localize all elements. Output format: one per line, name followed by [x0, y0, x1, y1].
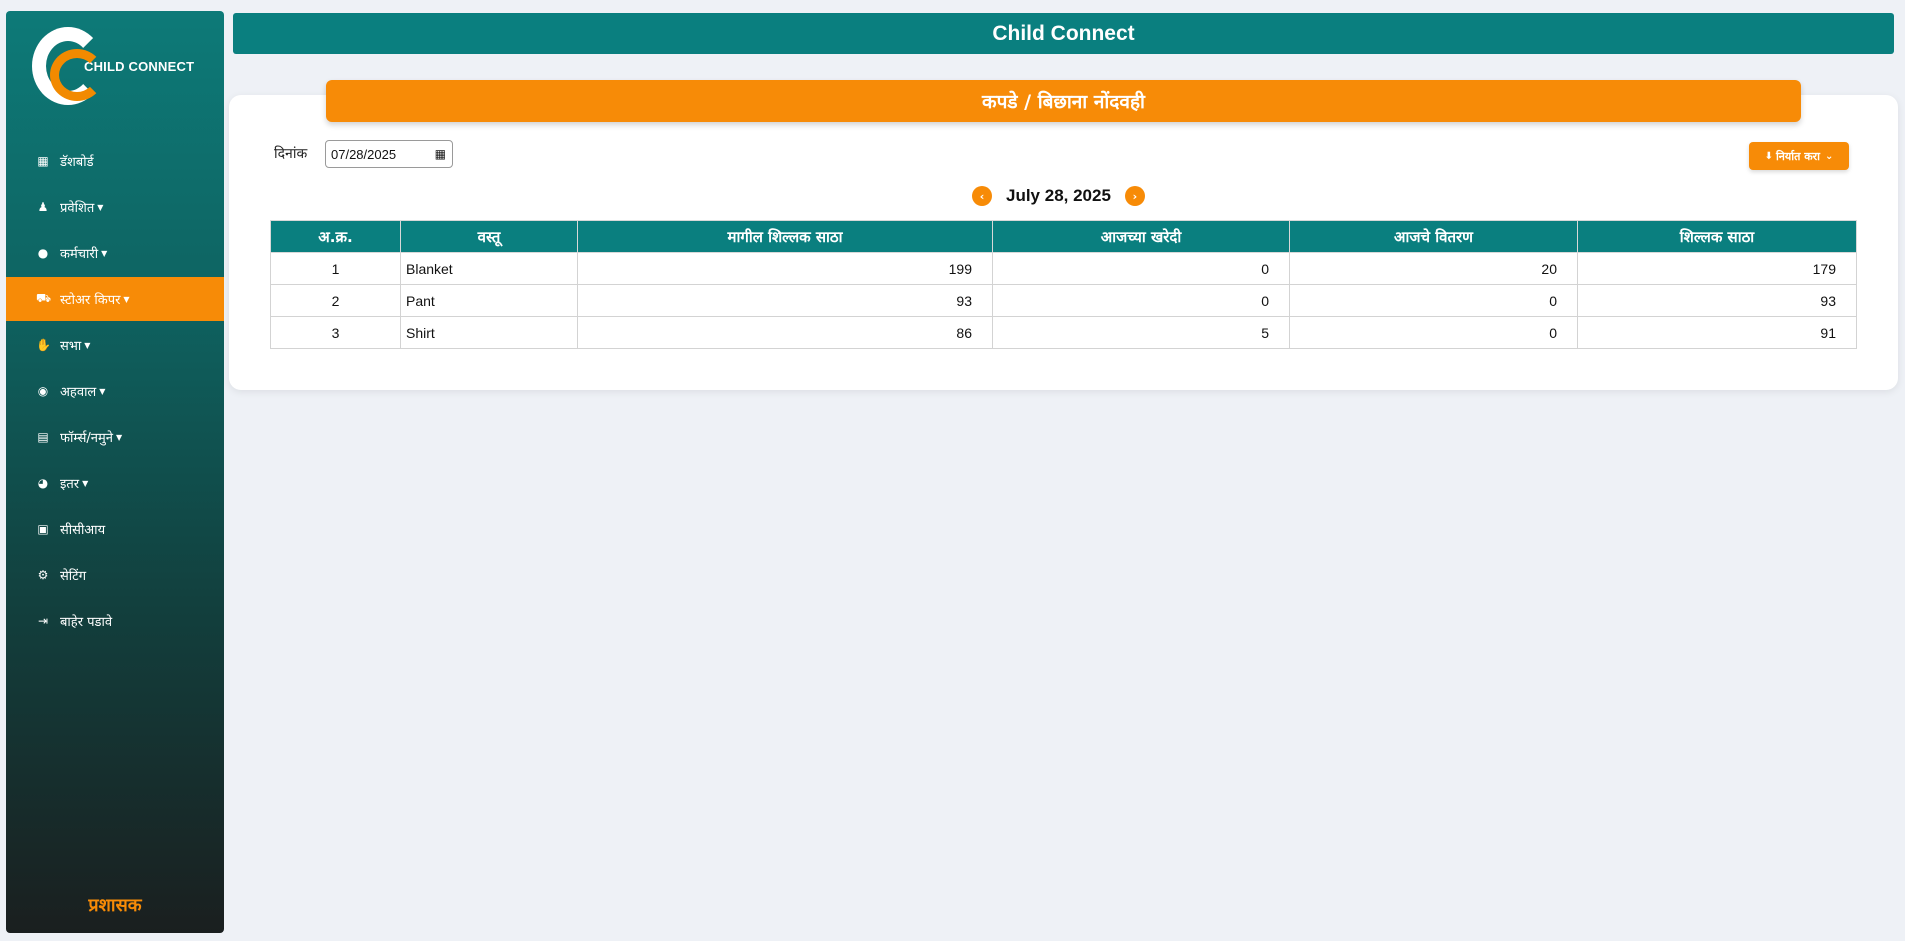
date-input-value: 07/28/2025: [331, 146, 397, 162]
export-button[interactable]: ⬇ निर्यात करा ⌄: [1749, 142, 1849, 170]
table-row: 1 Blanket 199 0 20 179: [270, 252, 1857, 285]
caret-down-icon: ▼: [82, 478, 89, 488]
table-row: 2 Pant 93 0 0 93: [270, 284, 1857, 317]
sidebar-item-forms[interactable]: ▤ फॉर्म्स/नमुने ▼: [6, 415, 224, 459]
cell-serial: 3: [270, 316, 401, 349]
caret-down-icon: ▼: [97, 202, 104, 212]
sidebar: CHILD CONNECT ▦ डॅशबोर्ड ♟ प्रवेशित ▼ ● …: [6, 11, 224, 933]
date-navigator: ‹ July 28, 2025 ›: [972, 184, 1145, 208]
user-icon: ●: [37, 246, 49, 260]
sidebar-item-report[interactable]: ◉ अहवाल ▼: [6, 369, 224, 413]
form-icon: ▤: [37, 430, 49, 444]
cell-previous-balance: 93: [577, 284, 993, 317]
logo-mark-icon: [32, 27, 104, 105]
cell-previous-balance: 199: [577, 252, 993, 285]
sidebar-item-settings[interactable]: ⚙ सेटिंग: [6, 553, 224, 597]
sidebar-item-other[interactable]: ◕ इतर ▼: [6, 461, 224, 505]
caret-down-icon: ▼: [116, 432, 123, 442]
app-title: Child Connect: [992, 21, 1135, 45]
id-card-icon: ▣: [37, 522, 49, 536]
sidebar-item-label: अहवाल: [60, 385, 97, 400]
report-icon: ◉: [37, 384, 49, 398]
page-title: कपडे / बिछाना नोंदवही: [326, 80, 1801, 122]
sidebar-item-admitted[interactable]: ♟ प्रवेशित ▼: [6, 185, 224, 229]
sidebar-item-store-keeper[interactable]: ⛟ स्टोअर किपर ▼: [6, 277, 224, 321]
cell-item: Shirt: [400, 316, 578, 349]
next-day-button[interactable]: ›: [1124, 186, 1145, 206]
sidebar-item-label: सेटिंग: [60, 569, 87, 584]
app-header: Child Connect: [233, 13, 1894, 54]
download-icon: ⬇: [1764, 150, 1773, 162]
chevron-down-icon: ⌄: [1825, 150, 1834, 162]
sidebar-item-label: स्टोअर किपर: [60, 293, 121, 308]
date-label: दिनांक: [274, 146, 308, 162]
sidebar-item-label: प्रवेशित: [60, 201, 95, 216]
column-header-item: वस्तू: [400, 220, 578, 253]
sidebar-item-meeting[interactable]: ✋ सभा ▼: [6, 323, 224, 367]
cell-item: Blanket: [400, 252, 578, 285]
sidebar-item-dashboard[interactable]: ▦ डॅशबोर्ड: [6, 139, 224, 183]
sidebar-item-label: डॅशबोर्ड: [60, 155, 94, 170]
cell-today-purchase: 0: [992, 284, 1290, 317]
cell-serial: 2: [270, 284, 401, 317]
caret-down-icon: ▼: [101, 248, 108, 258]
other-icon: ◕: [37, 476, 49, 490]
sidebar-item-label: कर्मचारी: [60, 247, 99, 262]
child-icon: ♟: [37, 200, 49, 214]
column-header-balance: शिल्लक साठा: [1577, 220, 1857, 253]
cell-balance: 91: [1577, 316, 1857, 349]
stock-table: अ.क्र. वस्तू मागील शिल्लक साठा आजच्या खर…: [270, 220, 1857, 349]
caret-down-icon: ▼: [84, 340, 91, 350]
column-header-previous-balance: मागील शिल्लक साठा: [577, 220, 993, 253]
column-header-today-purchase: आजच्या खरेदी: [992, 220, 1290, 253]
sidebar-item-logout[interactable]: ⇥ बाहेर पडावे: [6, 599, 224, 643]
calendar-icon[interactable]: ▦: [435, 147, 446, 161]
cell-today-distribution: 0: [1289, 284, 1578, 317]
date-input[interactable]: 07/28/2025 ▦: [325, 140, 453, 168]
previous-day-button[interactable]: ‹: [972, 186, 992, 206]
cell-item: Pant: [400, 284, 578, 317]
cell-balance: 179: [1577, 252, 1857, 285]
cell-balance: 93: [1577, 284, 1857, 317]
sidebar-item-label: सभा: [60, 339, 82, 354]
sidebar-item-cci[interactable]: ▣ सीसीआय: [6, 507, 224, 551]
caret-down-icon: ▼: [99, 386, 106, 396]
export-button-label: निर्यात करा: [1775, 149, 1821, 163]
sidebar-item-label: फॉर्म्स/नमुने: [60, 431, 113, 446]
dashboard-icon: ▦: [37, 154, 49, 168]
logout-icon: ⇥: [37, 614, 49, 628]
logo[interactable]: CHILD CONNECT: [6, 11, 224, 121]
column-header-serial: अ.क्र.: [270, 220, 401, 253]
cell-today-distribution: 20: [1289, 252, 1578, 285]
user-role: प्रशासक: [88, 895, 142, 916]
gear-icon: ⚙: [37, 568, 49, 582]
sidebar-item-staff[interactable]: ● कर्मचारी ▼: [6, 231, 224, 275]
cell-previous-balance: 86: [577, 316, 993, 349]
sidebar-item-label: बाहेर पडावे: [60, 615, 113, 630]
page-title-text: कपडे / बिछाना नोंदवही: [982, 91, 1145, 113]
cart-icon: ⛟: [36, 291, 52, 305]
sidebar-item-label: सीसीआय: [60, 523, 106, 538]
caret-down-icon: ▼: [123, 294, 130, 304]
cell-today-distribution: 0: [1289, 316, 1578, 349]
table-header-row: अ.क्र. वस्तू मागील शिल्लक साठा आजच्या खर…: [270, 220, 1857, 253]
sidebar-nav: ▦ डॅशबोर्ड ♟ प्रवेशित ▼ ● कर्मचारी ▼ ⛟ स…: [6, 139, 224, 643]
column-header-today-distribution: आजचे वितरण: [1289, 220, 1578, 253]
cell-today-purchase: 0: [992, 252, 1290, 285]
sidebar-item-label: इतर: [60, 477, 80, 492]
current-date: July 28, 2025: [1006, 186, 1111, 205]
cell-today-purchase: 5: [992, 316, 1290, 349]
cell-serial: 1: [270, 252, 401, 285]
handshake-icon: ✋: [36, 338, 51, 352]
table-row: 3 Shirt 86 5 0 91: [270, 316, 1857, 349]
